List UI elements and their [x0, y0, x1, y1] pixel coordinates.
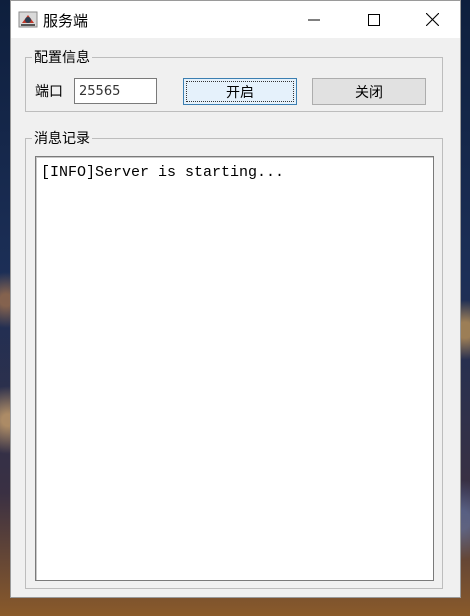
port-input[interactable] [74, 78, 157, 104]
config-group-legend: 配置信息 [34, 50, 90, 66]
title-bar[interactable]: 服务端 [11, 1, 460, 38]
port-label: 端口 [35, 84, 63, 100]
maximize-button[interactable] [351, 1, 397, 38]
server-window: 服务端 配置信息 端口 开启 关闭 消息记录 [INFO]Server is s… [10, 0, 461, 598]
log-group-legend: 消息记录 [34, 131, 90, 147]
start-button[interactable]: 开启 [183, 78, 297, 105]
close-window-button[interactable] [409, 1, 455, 38]
java-app-icon [18, 11, 38, 28]
window-title: 服务端 [43, 12, 89, 30]
minimize-icon [308, 19, 320, 20]
minimize-button[interactable] [291, 1, 337, 38]
maximize-icon [368, 13, 380, 26]
stop-button[interactable]: 关闭 [312, 78, 426, 105]
log-textarea[interactable]: [INFO]Server is starting... [35, 156, 434, 581]
close-icon [425, 13, 439, 26]
